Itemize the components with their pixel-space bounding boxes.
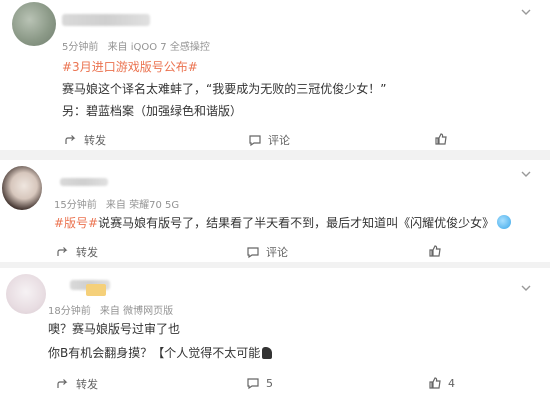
post-source: 来自 微博网页版 — [99, 306, 174, 317]
comment-icon — [247, 378, 259, 390]
post-actions: 转发 评论 — [0, 244, 550, 262]
chevron-down-icon[interactable] — [520, 282, 532, 294]
like-icon — [429, 245, 441, 257]
post-text: 赛马娘这个译名太难蚌了，“我要成为无败的三冠优俊少女！” — [62, 82, 387, 96]
share-label: 转发 — [84, 134, 106, 147]
avatar[interactable] — [12, 2, 56, 46]
post-text-line: 你B有机会翻身摸？【个人觉得不太可能 — [48, 346, 261, 360]
topic-link[interactable]: #3月进口游戏版号公布# — [62, 58, 198, 75]
post-source: 来自 iQOO 7 全感操控 — [107, 42, 210, 53]
comment-button[interactable]: 5 — [246, 376, 273, 390]
post-text-rest: 说赛马娘有版号了，结果看了半天看不到，最后才知道叫《闪耀优俊少女》 — [98, 216, 495, 230]
chevron-down-icon[interactable] — [520, 6, 532, 18]
post-time: 5分钟前 — [62, 42, 99, 53]
avatar[interactable] — [6, 274, 46, 314]
like-icon — [429, 377, 441, 389]
post-actions: 转发 评论 — [0, 132, 550, 150]
comment-label: 评论 — [268, 134, 290, 147]
share-icon — [57, 379, 68, 388]
share-label: 转发 — [76, 246, 98, 259]
post-time: 18分钟前 — [48, 306, 91, 317]
comment-icon — [249, 135, 261, 147]
post-card: 15分钟前 来自 荣耀70 5G #版号#说赛马娘有版号了，结果看了半天看不到，… — [0, 158, 550, 268]
post-meta: 18分钟前 来自 微博网页版 — [48, 302, 179, 317]
comment-count: 5 — [266, 376, 273, 390]
like-button[interactable] — [434, 132, 454, 146]
post-text: #版号#说赛马娘有版号了，结果看了半天看不到，最后才知道叫《闪耀优俊少女》 — [54, 214, 512, 231]
like-button[interactable]: 4 — [428, 376, 455, 390]
post-card: 5分钟前 来自 iQOO 7 全感操控 #3月进口游戏版号公布# 赛马娘这个译名… — [0, 0, 550, 150]
post-card: 18分钟前 来自 微博网页版 噢？赛马娘版号过审了也 你B有机会翻身摸？【个人觉… — [0, 268, 550, 420]
like-count: 4 — [448, 376, 455, 390]
post-actions: 转发 5 4 — [0, 376, 550, 394]
avatar[interactable] — [2, 166, 42, 210]
post-text: 噢？赛马娘版号过审了也 — [48, 322, 181, 336]
like-button[interactable] — [428, 244, 448, 258]
share-label: 转发 — [76, 378, 98, 391]
comment-button[interactable]: 评论 — [246, 244, 288, 260]
post-meta: 5分钟前 来自 iQOO 7 全感操控 — [62, 38, 216, 53]
share-button[interactable]: 转发 — [56, 244, 98, 260]
share-button[interactable]: 转发 — [56, 376, 98, 392]
post-source: 来自 荣耀70 5G — [105, 200, 180, 211]
share-icon — [57, 247, 68, 256]
like-icon — [435, 133, 447, 145]
post-text: 另：碧蓝档案（加强绿色和谐版） — [62, 104, 243, 118]
share-icon — [65, 135, 76, 144]
topic-hashtag[interactable]: #3月进口游戏版号公布# — [62, 60, 198, 74]
member-badge — [86, 284, 106, 296]
username-blurred[interactable] — [62, 14, 150, 26]
comment-icon — [247, 247, 259, 259]
post-meta: 15分钟前 来自 荣耀70 5G — [54, 196, 185, 211]
comment-button[interactable]: 评论 — [248, 132, 290, 148]
chevron-down-icon[interactable] — [520, 168, 532, 180]
post-time: 15分钟前 — [54, 200, 97, 211]
emoji-icon — [497, 215, 512, 229]
share-button[interactable]: 转发 — [64, 132, 106, 148]
hand-emoji-icon — [262, 347, 273, 359]
topic-hashtag[interactable]: #版号# — [54, 216, 98, 230]
comment-label: 评论 — [266, 246, 288, 259]
username-blurred[interactable] — [60, 178, 108, 186]
post-text: 你B有机会翻身摸？【个人觉得不太可能 — [48, 344, 273, 361]
